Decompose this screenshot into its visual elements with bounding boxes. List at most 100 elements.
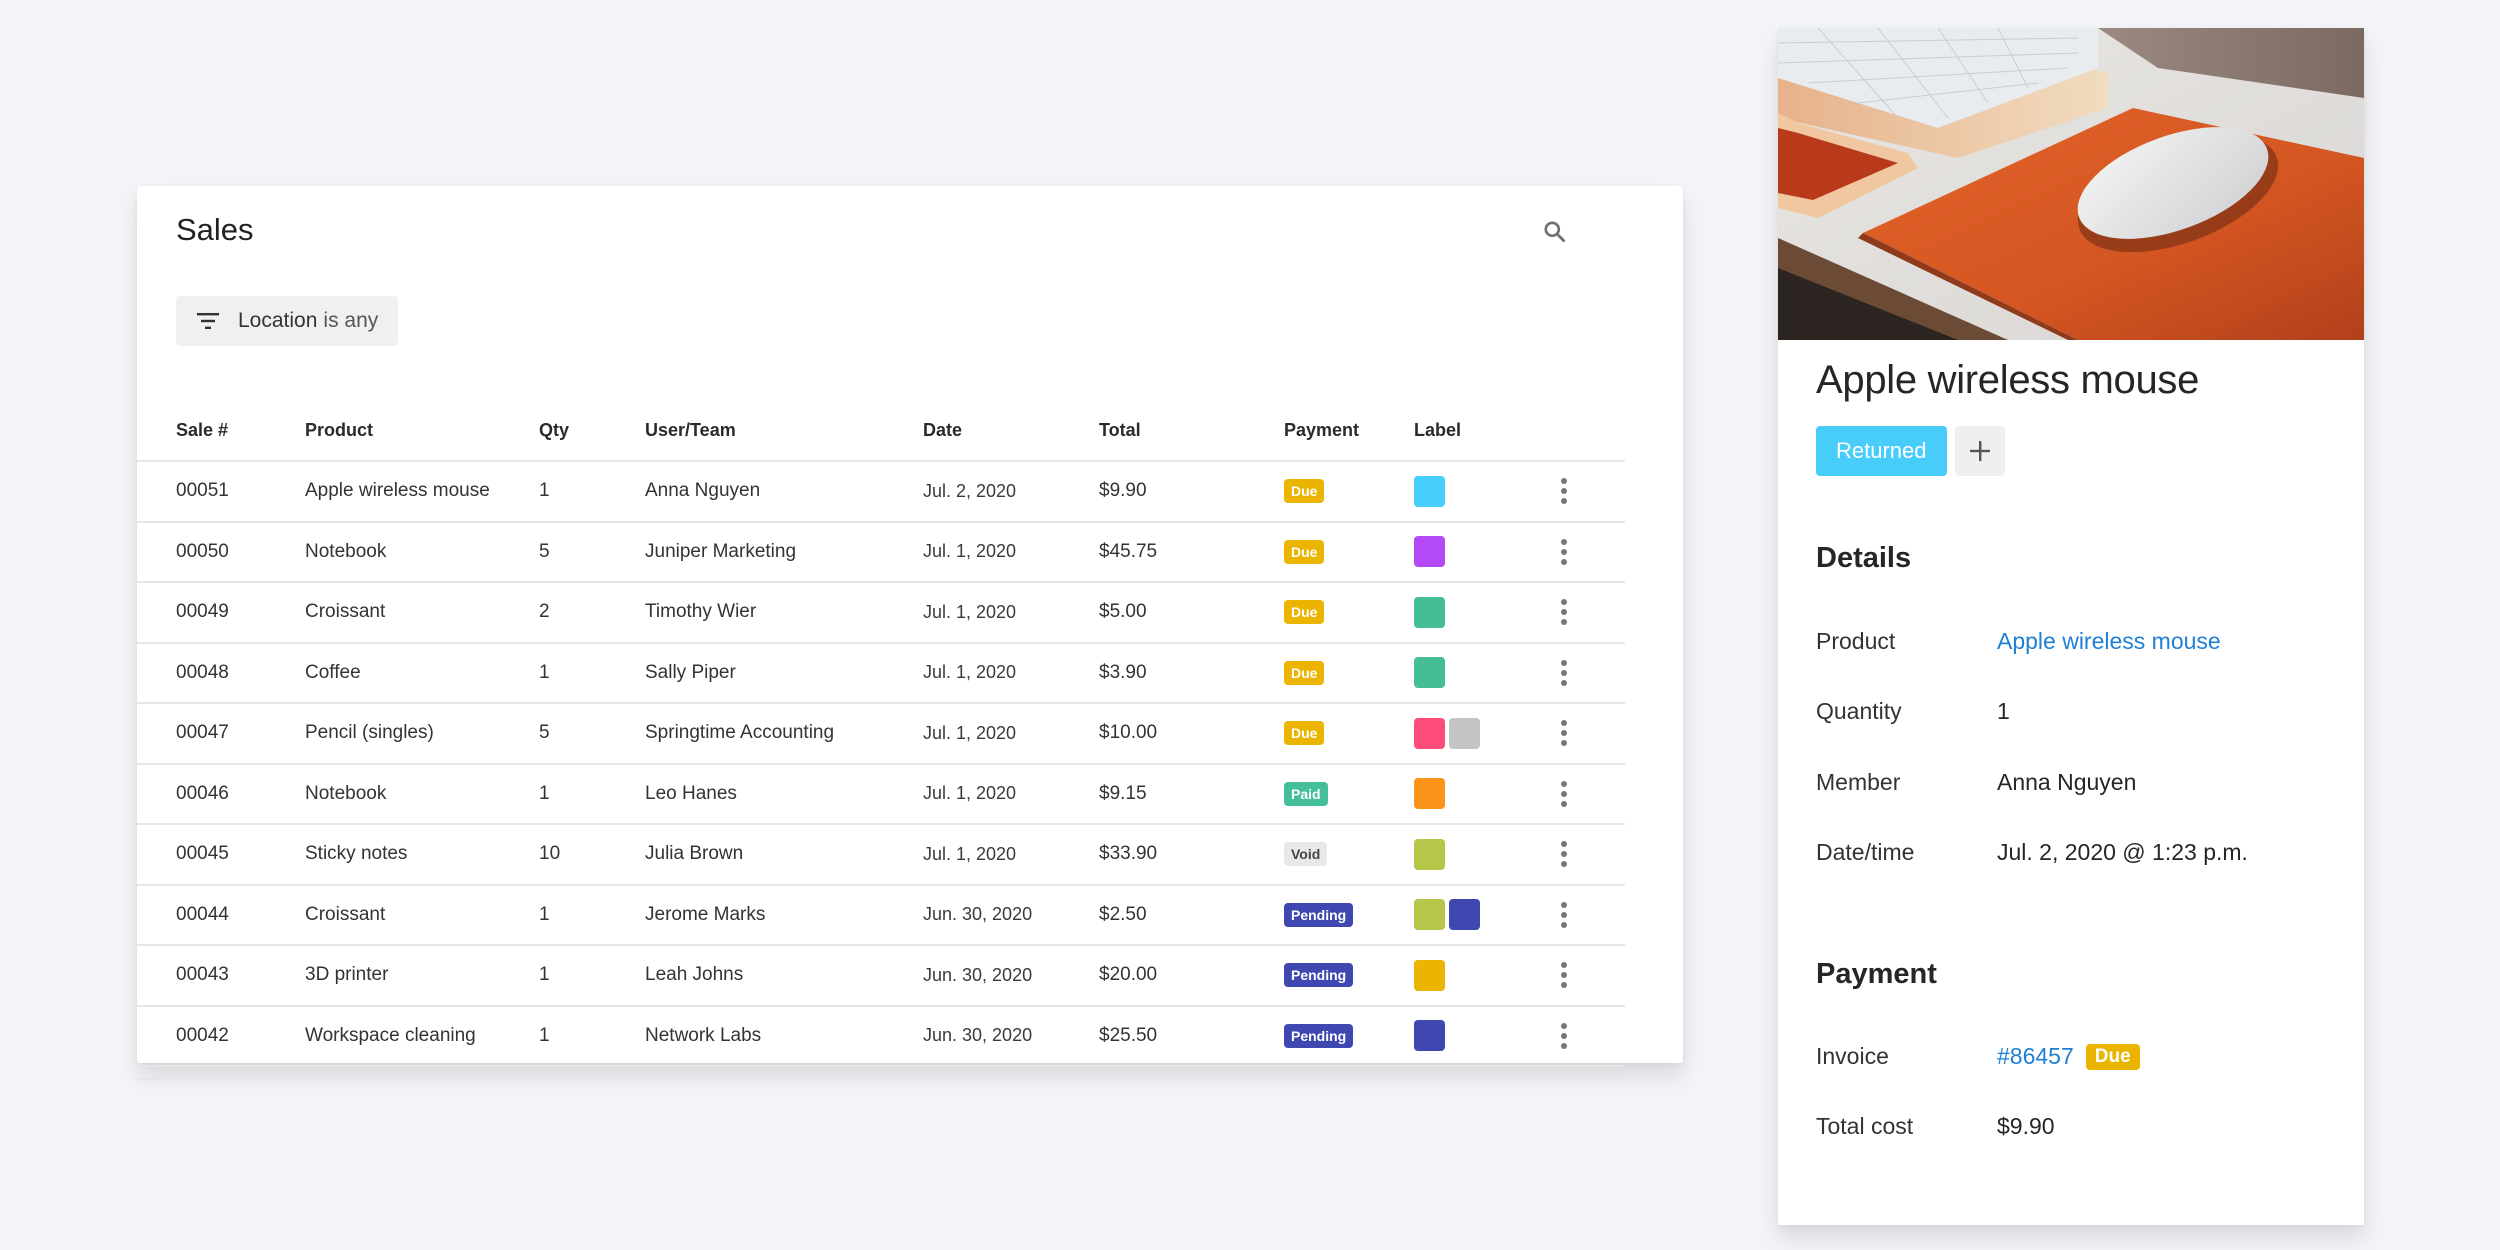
sale-number: 00046 (137, 763, 305, 825)
label-cell (1414, 945, 1554, 1007)
label-swatches (1414, 657, 1554, 689)
search-button[interactable] (1537, 214, 1573, 250)
table-row[interactable]: 00048 Coffee 1 Sally Piper Jul. 1, 2020 $3.90… (137, 642, 1625, 704)
label-swatch[interactable] (1414, 1020, 1445, 1052)
date-cell: Jun. 30, 2020 (923, 884, 1099, 946)
label-cell (1414, 1005, 1554, 1067)
table-footer-spacer-cell (137, 1066, 1625, 1080)
label-swatch[interactable] (1414, 596, 1445, 628)
user-team-cell: Jerome Marks (645, 884, 923, 946)
label-swatch[interactable] (1414, 959, 1445, 991)
table-row[interactable]: 00051 Apple wireless mouse 1 Anna Nguyen Jul… (137, 461, 1625, 523)
location-filter-chip[interactable]: Location is any (176, 296, 399, 346)
more-vertical-icon[interactable] (1554, 538, 1574, 565)
table-row[interactable]: 00043 3D printer 1 Leah Johns Jun. 30, 2020 $… (137, 945, 1625, 1007)
payment-status-badge: Due (1284, 600, 1325, 625)
label-swatches (1414, 959, 1554, 991)
label-swatch[interactable] (1414, 536, 1445, 568)
label-swatch[interactable] (1414, 838, 1445, 870)
kebab-dot (1561, 740, 1567, 747)
table-row[interactable]: 00044 Croissant 1 Jerome Marks Jun. 30, 2020… (137, 884, 1625, 946)
label-swatches (1414, 475, 1554, 507)
detail-row-total: Total cost $9.90 (1816, 1113, 2336, 1140)
payment-status-badge: Pending (1284, 963, 1354, 988)
label-cell (1414, 824, 1554, 886)
add-tag-button[interactable] (1954, 426, 2005, 476)
row-actions-cell (1554, 642, 1625, 704)
kebab-dot (1561, 730, 1567, 737)
returned-tag[interactable]: Returned (1816, 426, 1947, 476)
label-swatches (1414, 596, 1554, 628)
table-row[interactable]: 00049 Croissant 2 Timothy Wier Jul. 1, 2020 $… (137, 582, 1625, 644)
label-swatch[interactable] (1414, 899, 1445, 931)
column-header-qty[interactable]: Qty (539, 401, 645, 462)
kebab-dot (1561, 609, 1567, 616)
sales-table-body: 00051 Apple wireless mouse 1 Anna Nguyen Jul… (137, 461, 1625, 1080)
row-actions-cell (1554, 582, 1625, 644)
payment-status-badge: Pending (1284, 1023, 1354, 1048)
column-header-total[interactable]: Total (1099, 401, 1284, 462)
sale-number: 00044 (137, 884, 305, 946)
column-header-product[interactable]: Product (305, 401, 539, 462)
kebab-dot (1561, 498, 1567, 505)
label-swatch[interactable] (1449, 717, 1480, 749)
product-title: Apple wireless mouse (1816, 358, 2200, 402)
column-header-date[interactable]: Date (923, 401, 1099, 462)
more-vertical-icon[interactable] (1554, 1022, 1574, 1049)
qty-cell: 1 (539, 763, 645, 825)
payment-status-badge: Due (1284, 660, 1325, 685)
total-cell: $5.00 (1099, 582, 1284, 644)
kebab-dot (1561, 538, 1567, 545)
kebab-dot (1561, 972, 1567, 979)
filter-condition: is any (323, 309, 379, 332)
table-row[interactable]: 00050 Notebook 5 Juniper Marketing Jul. 1, 2… (137, 521, 1625, 583)
label-cell (1414, 703, 1554, 765)
qty-cell: 1 (539, 945, 645, 1007)
payment-status-badge: Void (1284, 842, 1328, 867)
more-vertical-icon[interactable] (1554, 962, 1574, 989)
column-header-actions (1554, 401, 1625, 462)
column-header-payment[interactable]: Payment (1284, 401, 1414, 462)
qty-cell: 2 (539, 582, 645, 644)
more-vertical-icon[interactable] (1554, 720, 1574, 747)
sale-number: 00051 (137, 461, 305, 523)
total-cell: $10.00 (1099, 703, 1284, 765)
details-heading: Details (1816, 542, 1912, 574)
sales-table: Sale # Product Qty User/Team Date Total … (137, 401, 1625, 1080)
label-swatch[interactable] (1414, 475, 1445, 507)
column-header-label[interactable]: Label (1414, 401, 1554, 462)
invoice-status-badge: Due (2085, 1043, 2140, 1070)
total-cell: $45.75 (1099, 521, 1284, 583)
table-row[interactable]: 00047 Pencil (singles) 5 Springtime Account… (137, 703, 1625, 765)
table-row[interactable]: 00046 Notebook 1 Leo Hanes Jul. 1, 2020 $9.15… (137, 763, 1625, 825)
column-header-sale[interactable]: Sale # (137, 401, 305, 462)
user-team-cell: Juniper Marketing (645, 521, 923, 583)
invoice-link[interactable]: #86457 (1997, 1043, 2074, 1070)
label-swatch[interactable] (1414, 717, 1445, 749)
more-vertical-icon[interactable] (1554, 841, 1574, 868)
more-vertical-icon[interactable] (1554, 901, 1574, 928)
user-team-cell: Sally Piper (645, 642, 923, 704)
label-swatch[interactable] (1414, 657, 1445, 689)
payment-status-badge: Due (1284, 539, 1325, 564)
table-row[interactable]: 00042 Workspace cleaning 1 Network Labs Jun.… (137, 1005, 1625, 1067)
column-header-user-team[interactable]: User/Team (645, 401, 923, 462)
product-link[interactable]: Apple wireless mouse (1997, 628, 2221, 655)
label-swatch[interactable] (1449, 899, 1480, 931)
product-cell: Pencil (singles) (305, 703, 539, 765)
table-row[interactable]: 00045 Sticky notes 10 Julia Brown Jul. 1, 20… (137, 824, 1625, 886)
qty-cell: 1 (539, 884, 645, 946)
total-cell: $9.15 (1099, 763, 1284, 825)
sales-panel: Sales Location is any Sale # Product Qty … (137, 186, 1683, 1080)
total-cell: $33.90 (1099, 824, 1284, 886)
payment-status-badge: Paid (1284, 781, 1328, 806)
label-swatch[interactable] (1414, 778, 1445, 810)
kebab-dot (1561, 720, 1567, 727)
table-footer-spacer (137, 1066, 1625, 1080)
payment-cell: Due (1284, 703, 1414, 765)
more-vertical-icon[interactable] (1554, 599, 1574, 626)
more-vertical-icon[interactable] (1554, 659, 1574, 686)
more-vertical-icon[interactable] (1554, 478, 1574, 505)
payment-cell: Pending (1284, 945, 1414, 1007)
more-vertical-icon[interactable] (1554, 780, 1574, 807)
